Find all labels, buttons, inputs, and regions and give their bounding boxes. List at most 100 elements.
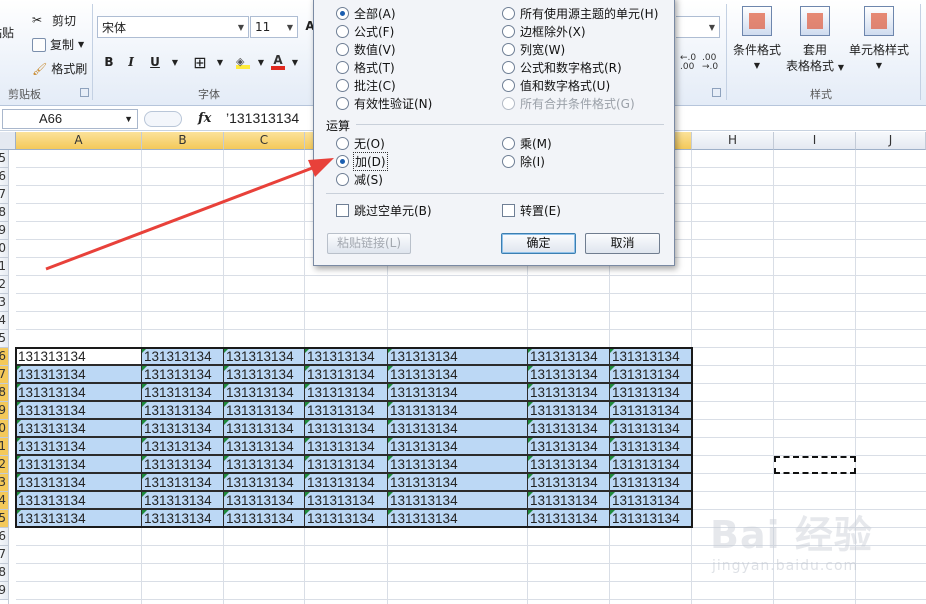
cancel-button[interactable]: 取消	[585, 233, 660, 254]
table-cell[interactable]: 131313134	[609, 383, 692, 401]
table-cell[interactable]: 131313134	[304, 509, 388, 527]
row-header[interactable]: 3	[0, 474, 8, 492]
radio-icon[interactable]	[502, 7, 515, 20]
table-cell[interactable]: 131313134	[527, 473, 610, 491]
table-cell[interactable]: 131313134	[304, 401, 388, 419]
chevron-down-icon[interactable]: ▼	[285, 52, 305, 72]
operation-divide-option[interactable]: 除(I)	[502, 153, 545, 170]
copy-button[interactable]: 复制 ▼	[32, 36, 84, 53]
table-cell[interactable]: 131313134	[15, 455, 142, 473]
paste-source-theme-option[interactable]: 所有使用源主题的单元(H)	[502, 5, 658, 22]
table-cell[interactable]: 131313134	[223, 455, 305, 473]
table-cell[interactable]: 131313134	[387, 473, 528, 491]
paste-formats-option[interactable]: 格式(T)	[336, 59, 395, 76]
transpose-checkbox[interactable]: 转置(E)	[502, 202, 561, 219]
table-cell[interactable]: 131313134	[609, 437, 692, 455]
table-cell[interactable]: 131313134	[15, 383, 142, 401]
table-cell[interactable]: 131313134	[527, 455, 610, 473]
table-cell[interactable]: 131313134	[304, 473, 388, 491]
operation-multiply-option[interactable]: 乘(M)	[502, 135, 552, 152]
table-cell[interactable]: 131313134	[141, 437, 224, 455]
table-cell[interactable]: 131313134	[141, 509, 224, 527]
table-cell[interactable]: 131313134	[387, 347, 528, 365]
paste-all-option[interactable]: 全部(A)	[336, 5, 396, 22]
borders-icon[interactable]: ⊞	[190, 52, 210, 72]
increase-decimal-icon[interactable]: ←.0.00	[680, 54, 696, 72]
row-header[interactable]: 8	[0, 564, 8, 582]
table-cell[interactable]: 131313134	[387, 509, 528, 527]
row-header[interactable]: 6	[0, 528, 8, 546]
table-cell[interactable]: 131313134	[527, 419, 610, 437]
radio-icon[interactable]	[502, 79, 515, 92]
row-header[interactable]: 0	[0, 240, 8, 258]
row-header[interactable]: 5	[0, 510, 8, 528]
table-cell[interactable]: 131313134	[223, 509, 305, 527]
row-header[interactable]: 4	[0, 312, 8, 330]
paste-column-widths-option[interactable]: 列宽(W)	[502, 41, 565, 58]
row-header[interactable]: 1	[0, 258, 8, 276]
row-header[interactable]: 5	[0, 330, 8, 348]
table-cell[interactable]: 131313134	[387, 365, 528, 383]
operation-none-option[interactable]: 无(O)	[336, 135, 385, 152]
cell-styles-button[interactable]: 单元格样式 ▼	[846, 6, 912, 74]
table-cell[interactable]: 131313134	[609, 473, 692, 491]
operation-subtract-option[interactable]: 减(S)	[336, 171, 383, 188]
row-header[interactable]: 7	[0, 366, 8, 384]
table-cell[interactable]: 131313134	[141, 401, 224, 419]
italic-button[interactable]: I	[121, 52, 141, 72]
table-cell[interactable]: 131313134	[141, 473, 224, 491]
conditional-format-button[interactable]: 条件格式 ▼	[730, 6, 784, 74]
table-cell[interactable]: 131313134	[527, 365, 610, 383]
paste-formulas-numbers-option[interactable]: 公式和数字格式(R)	[502, 59, 622, 76]
chevron-down-icon[interactable]: ▼	[210, 52, 230, 72]
chevron-down-icon[interactable]: ▼	[124, 114, 133, 124]
paste-button[interactable]: 粘贴	[0, 24, 24, 41]
table-cell[interactable]: 131313134	[387, 437, 528, 455]
row-header[interactable]: 2	[0, 276, 8, 294]
table-cell[interactable]: 131313134	[223, 401, 305, 419]
paste-validation-option[interactable]: 有效性验证(N)	[336, 95, 432, 112]
fill-color-icon[interactable]: ◈	[233, 52, 253, 72]
row-header[interactable]: 6	[0, 348, 8, 366]
table-cell[interactable]: 131313134	[141, 347, 224, 365]
column-header[interactable]: B	[142, 132, 224, 150]
skip-blanks-checkbox[interactable]: 跳过空单元(B)	[336, 202, 432, 219]
table-cell[interactable]: 131313134	[609, 455, 692, 473]
checkbox-icon[interactable]	[502, 204, 515, 217]
table-cell[interactable]: 131313134	[609, 347, 692, 365]
table-cell[interactable]: 131313134	[15, 491, 142, 509]
table-cell[interactable]: 131313134	[304, 383, 388, 401]
table-cell[interactable]: 131313134	[223, 365, 305, 383]
table-cell[interactable]: 131313134	[223, 491, 305, 509]
cut-button[interactable]: ✂ 剪切	[32, 12, 76, 29]
table-cell[interactable]: 131313134	[609, 509, 692, 527]
format-as-table-button[interactable]: 套用 表格格式 ▼	[784, 6, 846, 76]
table-cell[interactable]: 131313134	[304, 347, 388, 365]
number-launcher-icon[interactable]	[712, 88, 721, 97]
row-header[interactable]: 8	[0, 204, 8, 222]
row-header[interactable]: 0	[0, 420, 8, 438]
insert-function-button[interactable]: fx	[198, 111, 211, 126]
table-cell[interactable]: 131313134	[387, 401, 528, 419]
table-cell[interactable]: 131313134	[223, 383, 305, 401]
table-cell[interactable]: 131313134	[527, 347, 610, 365]
table-cell[interactable]: 131313134	[15, 401, 142, 419]
checkbox-icon[interactable]	[336, 204, 349, 217]
table-cell[interactable]: 131313134	[304, 437, 388, 455]
radio-icon[interactable]	[502, 61, 515, 74]
radio-icon[interactable]	[502, 137, 515, 150]
table-cell[interactable]: 131313134	[609, 401, 692, 419]
row-header[interactable]: 5	[0, 150, 8, 168]
formula-input[interactable]: ’131313134	[226, 110, 299, 126]
table-cell[interactable]: 131313134	[15, 437, 142, 455]
operation-add-option[interactable]: 加(D)	[336, 152, 388, 171]
formula-bar-splitter[interactable]	[144, 111, 182, 127]
table-cell[interactable]: 131313134	[609, 419, 692, 437]
select-all-corner[interactable]	[0, 132, 16, 150]
font-name-combo[interactable]: 宋体 ▼	[97, 16, 249, 38]
paste-formulas-option[interactable]: 公式(F)	[336, 23, 394, 40]
radio-icon[interactable]	[502, 43, 515, 56]
table-cell[interactable]: 131313134	[15, 419, 142, 437]
table-cell[interactable]: 131313134	[387, 491, 528, 509]
paste-no-borders-option[interactable]: 边框除外(X)	[502, 23, 586, 40]
